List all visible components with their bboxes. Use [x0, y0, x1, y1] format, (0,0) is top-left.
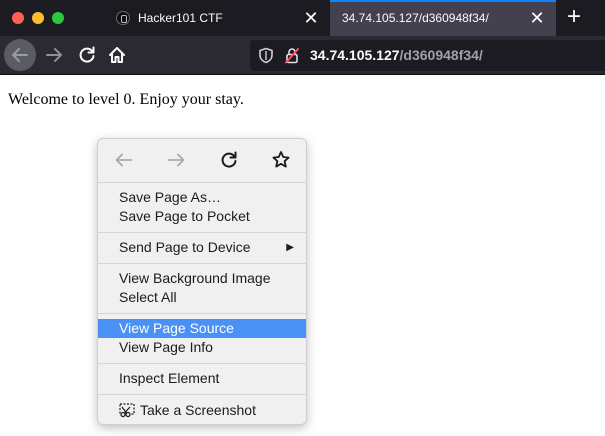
url-path: /d360948f34/ [399, 47, 483, 63]
menu-forward-button[interactable] [164, 148, 188, 172]
context-menu-nav-row [98, 139, 306, 181]
bookmark-star-icon [272, 151, 290, 168]
url-text: 34.74.105.127/d360948f34/ [310, 47, 483, 63]
menu-reload-button[interactable] [217, 148, 241, 172]
url-host: 34.74.105.127 [310, 47, 400, 63]
menu-item-send-page-to-device[interactable]: Send Page to Device ▶ [98, 238, 306, 257]
submenu-arrow-icon: ▶ [286, 242, 294, 253]
menu-item-view-page-source[interactable]: View Page Source [98, 319, 306, 338]
menu-separator [98, 363, 306, 364]
menu-back-button[interactable] [112, 148, 136, 172]
back-icon [12, 48, 28, 62]
back-button[interactable] [4, 39, 36, 71]
tab-title: Hacker101 CTF [138, 11, 223, 25]
forward-button[interactable] [40, 40, 70, 70]
menu-item-label: Take a Screenshot [140, 402, 256, 418]
forward-icon [168, 153, 185, 167]
menu-item-view-page-info[interactable]: View Page Info [98, 338, 306, 357]
page-welcome-text: Welcome to level 0. Enjoy your stay. [8, 91, 244, 108]
hacker101-favicon-icon [116, 11, 130, 25]
insecure-lock-icon[interactable] [284, 47, 300, 64]
navigation-toolbar: 34.74.105.127/d360948f34/ [0, 36, 605, 75]
forward-icon [46, 48, 62, 62]
close-tab-button[interactable]: ✕ [528, 9, 546, 27]
shield-icon[interactable] [258, 47, 274, 64]
menu-item-take-screenshot[interactable]: Take a Screenshot [98, 401, 306, 420]
address-bar[interactable]: 34.74.105.127/d360948f34/ [250, 40, 605, 71]
menu-separator [98, 263, 306, 264]
minimize-window-button[interactable] [32, 12, 44, 24]
menu-separator [98, 313, 306, 314]
reload-icon [221, 151, 237, 168]
menu-bookmark-button[interactable] [269, 148, 293, 172]
tab-hacker101[interactable]: Hacker101 CTF ✕ [104, 0, 330, 36]
reload-button[interactable] [72, 40, 102, 70]
tab-title: 34.74.105.127/d360948f34/ [342, 11, 489, 25]
menu-separator [98, 232, 306, 233]
new-tab-button[interactable]: + [562, 5, 586, 30]
back-icon [115, 153, 132, 167]
menu-item-label: Send Page to Device [119, 239, 251, 255]
zoom-window-button[interactable] [52, 12, 64, 24]
menu-separator [98, 182, 306, 183]
menu-item-view-background-image[interactable]: View Background Image [98, 269, 306, 288]
tab-level0[interactable]: 34.74.105.127/d360948f34/ ✕ [330, 0, 556, 36]
home-button[interactable] [102, 40, 132, 70]
menu-item-inspect-element[interactable]: Inspect Element [98, 369, 306, 388]
menu-item-save-page-as[interactable]: Save Page As… [98, 188, 306, 207]
tab-strip: Hacker101 CTF ✕ 34.74.105.127/d360948f34… [0, 0, 605, 36]
menu-item-select-all[interactable]: Select All [98, 288, 306, 307]
context-menu: Save Page As… Save Page to Pocket Send P… [97, 138, 307, 425]
close-tab-button[interactable]: ✕ [302, 9, 320, 27]
reload-icon [79, 46, 95, 63]
menu-item-save-to-pocket[interactable]: Save Page to Pocket [98, 207, 306, 226]
screenshot-icon [119, 403, 135, 418]
close-window-button[interactable] [12, 12, 24, 24]
home-icon [109, 47, 125, 63]
menu-separator [98, 394, 306, 395]
